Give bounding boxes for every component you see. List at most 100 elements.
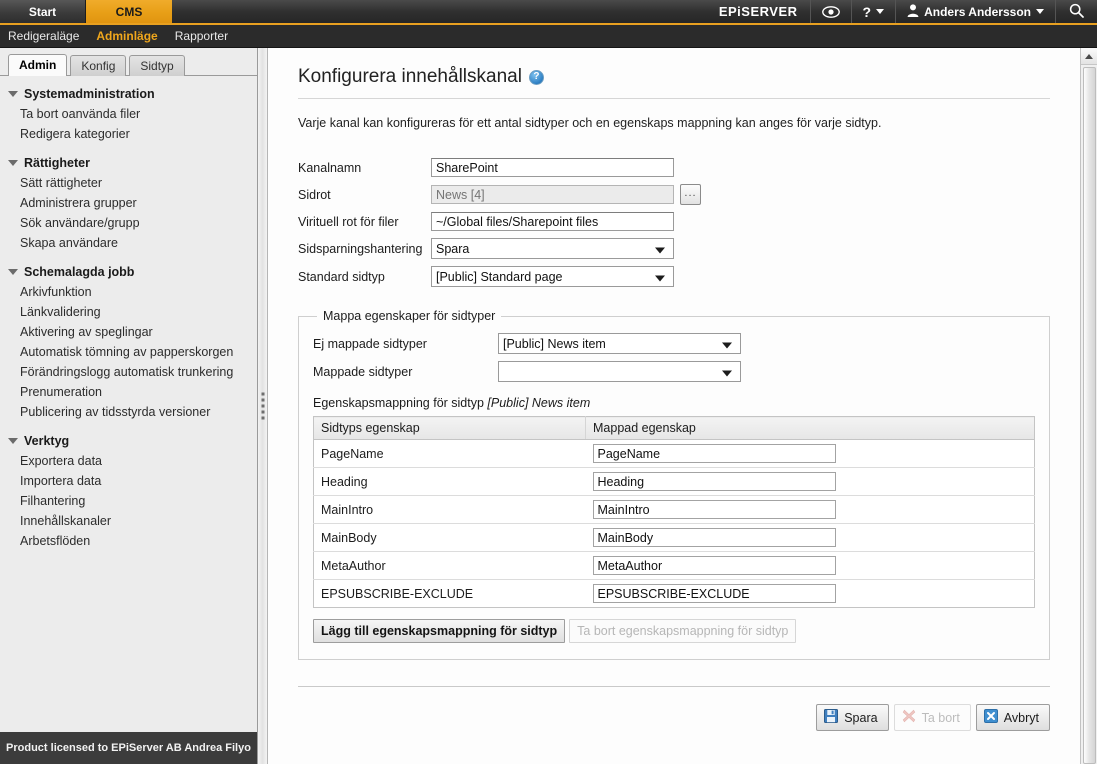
sidebar-item-exportera-data[interactable]: Exportera data bbox=[0, 451, 257, 471]
sidebar-splitter-handle[interactable] bbox=[258, 48, 268, 764]
sidebar-item-sok-anvandare-grupp[interactable]: Sök användare/grupp bbox=[0, 213, 257, 233]
mapped-property-input[interactable] bbox=[592, 472, 836, 491]
sidebar-item-forandringslogg-trunkering[interactable]: Förändringslogg automatisk trunkering bbox=[0, 362, 257, 382]
delete-x-icon bbox=[902, 709, 916, 726]
field-kanalnamn-row bbox=[431, 158, 1050, 177]
cell-property-name: MainIntro bbox=[313, 495, 586, 524]
form-action-bar: Spara Ta bort Avbryt bbox=[298, 693, 1050, 731]
sidebar-item-aktivering-av-speglingar[interactable]: Aktivering av speglingar bbox=[0, 322, 257, 342]
field-virituell-rot-row bbox=[431, 212, 1050, 231]
sidebar-group-header-schemalagda-jobb[interactable]: Schemalagda jobb bbox=[0, 262, 257, 282]
remove-property-mapping-button[interactable]: Ta bort egenskapsmappning för sidtyp bbox=[569, 619, 797, 643]
subnav-item-adminlage[interactable]: Adminläge bbox=[96, 29, 157, 43]
sidebar-item-importera-data[interactable]: Importera data bbox=[0, 471, 257, 491]
global-search-button[interactable] bbox=[1055, 0, 1097, 23]
field-sidsparningshantering-row: Spara bbox=[431, 238, 1050, 259]
user-name-label: Anders Andersson bbox=[924, 4, 1031, 19]
sidebar-group-schemalagda-jobb: Schemalagda jobb Arkivfunktion Länkvalid… bbox=[0, 262, 257, 422]
sidebar-tab-sidtyp[interactable]: Sidtyp bbox=[129, 55, 185, 76]
user-menu-button[interactable]: Anders Andersson bbox=[895, 0, 1055, 23]
column-header-sidtyps-egenskap: Sidtyps egenskap bbox=[313, 416, 586, 440]
sidsparningshantering-select-wrap: Spara bbox=[431, 238, 674, 259]
sidebar-tab-konfig[interactable]: Konfig bbox=[70, 55, 127, 76]
save-floppy-icon bbox=[824, 709, 839, 726]
sidebar-item-skapa-anvandare[interactable]: Skapa användare bbox=[0, 233, 257, 253]
global-tab-cms[interactable]: CMS bbox=[86, 0, 172, 23]
mapped-property-input[interactable] bbox=[592, 500, 836, 519]
cancel-button[interactable]: Avbryt bbox=[975, 704, 1050, 731]
cell-mapped-property bbox=[585, 551, 1035, 580]
field-ej-mappade-row: [Public] News item bbox=[498, 333, 1035, 354]
scroll-up-button[interactable] bbox=[1080, 48, 1097, 65]
add-property-mapping-button[interactable]: Lägg till egenskapsmappning för sidtyp bbox=[313, 619, 566, 643]
table-row: EPSUBSCRIBE-EXCLUDE bbox=[314, 580, 1035, 608]
sidebar-item-ta-bort-oanvanda-filer[interactable]: Ta bort oanvända filer bbox=[0, 104, 257, 124]
mapped-pagetypes-select[interactable] bbox=[498, 361, 741, 382]
content-region: Konfigurera innehållskanal ? Varje kanal… bbox=[268, 48, 1097, 764]
table-row: PageName bbox=[313, 439, 1035, 468]
table-row: MetaAuthor bbox=[313, 551, 1035, 580]
channel-settings-form: Kanalnamn Sidrot ... Virituell rot för f… bbox=[298, 158, 1050, 287]
sidebar-item-satt-rattigheter[interactable]: Sätt rättigheter bbox=[0, 173, 257, 193]
sidebar-group-header-systemadministration[interactable]: Systemadministration bbox=[0, 84, 257, 104]
sidsparningshantering-select[interactable]: Spara bbox=[431, 238, 674, 259]
sidebar-item-arbetsfloden[interactable]: Arbetsflöden bbox=[0, 531, 257, 551]
table-row: MainIntro bbox=[313, 495, 1035, 524]
sidebar-item-lankvalidering[interactable]: Länkvalidering bbox=[0, 302, 257, 322]
mapping-action-buttons: Lägg till egenskapsmappning för sidtyp T… bbox=[313, 619, 1035, 643]
eye-icon bbox=[821, 5, 840, 18]
sidebar-item-filhantering[interactable]: Filhantering bbox=[0, 491, 257, 511]
sidebar-group-rattigheter: Rättigheter Sätt rättigheter Administrer… bbox=[0, 153, 257, 253]
property-mapping-table-body: PageName Heading MainIntro bbox=[313, 439, 1035, 608]
sidebar-group-label: Schemalagda jobb bbox=[24, 265, 135, 279]
sidebar-item-redigera-kategorier[interactable]: Redigera kategorier bbox=[0, 124, 257, 144]
sidebar-item-administrera-grupper[interactable]: Administrera grupper bbox=[0, 193, 257, 213]
episerver-logo: EPiSERVER bbox=[713, 0, 810, 23]
subnav-item-redigeralage[interactable]: Redigeraläge bbox=[8, 29, 79, 43]
sidebar-item-automatisk-tomning[interactable]: Automatisk tömning av papperskorgen bbox=[0, 342, 257, 362]
standard-sidtyp-select[interactable]: [Public] Standard page bbox=[431, 266, 674, 287]
splitter-grip-dots bbox=[261, 392, 264, 420]
delete-button-label: Ta bort bbox=[921, 710, 960, 725]
triangle-down-icon bbox=[8, 438, 18, 444]
subnav-item-rapporter[interactable]: Rapporter bbox=[175, 29, 228, 43]
sidebar-group-header-rattigheter[interactable]: Rättigheter bbox=[0, 153, 257, 173]
mapped-property-input[interactable] bbox=[592, 556, 836, 575]
triangle-down-icon bbox=[8, 160, 18, 166]
delete-button[interactable]: Ta bort bbox=[893, 704, 971, 731]
sidebar-item-publicering-tidsstyrda[interactable]: Publicering av tidsstyrda versioner bbox=[0, 402, 257, 422]
scrollbar-thumb[interactable] bbox=[1082, 67, 1096, 764]
help-circle-icon[interactable]: ? bbox=[528, 69, 544, 85]
label-standard-sidtyp: Standard sidtyp bbox=[298, 269, 385, 284]
sidrot-input[interactable] bbox=[431, 185, 674, 204]
mapped-property-input[interactable] bbox=[592, 444, 836, 463]
sidebar-menu: Systemadministration Ta bort oanvända fi… bbox=[0, 76, 257, 732]
global-tab-start[interactable]: Start bbox=[0, 0, 86, 23]
sidebar-item-arkivfunktion[interactable]: Arkivfunktion bbox=[0, 282, 257, 302]
chevron-down-icon bbox=[876, 9, 885, 14]
property-mapping-legend: Mappa egenskaper för sidtyper bbox=[323, 309, 496, 323]
sidebar-group-label: Rättigheter bbox=[24, 156, 90, 170]
sidebar-item-innehallskanaler[interactable]: Innehållskanaler bbox=[0, 511, 257, 531]
cell-mapped-property bbox=[585, 439, 1035, 468]
help-menu-button[interactable]: ? bbox=[850, 0, 896, 23]
mapped-property-input[interactable] bbox=[592, 528, 836, 547]
label-mappade-sidtyper: Mappade sidtyper bbox=[313, 364, 413, 379]
content-vertical-scrollbar[interactable] bbox=[1080, 48, 1097, 764]
sidebar-item-prenumeration[interactable]: Prenumeration bbox=[0, 382, 257, 402]
kanalnamn-input[interactable] bbox=[431, 158, 674, 177]
main-content: Konfigurera innehållskanal ? Varje kanal… bbox=[268, 48, 1080, 764]
save-button[interactable]: Spara bbox=[816, 704, 889, 731]
virituell-rot-input[interactable] bbox=[431, 212, 674, 231]
label-kanalnamn: Kanalnamn bbox=[298, 160, 362, 175]
sidebar-tab-admin[interactable]: Admin bbox=[8, 54, 68, 76]
sidrot-browse-button[interactable]: ... bbox=[680, 184, 701, 205]
preview-toggle-button[interactable] bbox=[809, 0, 851, 23]
sidebar-group-header-verktyg[interactable]: Verktyg bbox=[0, 431, 257, 451]
page-title: Konfigurera innehållskanal bbox=[298, 66, 522, 87]
unmapped-pagetypes-select[interactable]: [Public] News item bbox=[498, 333, 741, 354]
mapped-property-input[interactable] bbox=[592, 584, 836, 603]
label-sidrot: Sidrot bbox=[298, 187, 331, 202]
page-description: Varje kanal kan konfigureras för ett ant… bbox=[298, 116, 882, 130]
triangle-down-icon bbox=[8, 91, 18, 97]
